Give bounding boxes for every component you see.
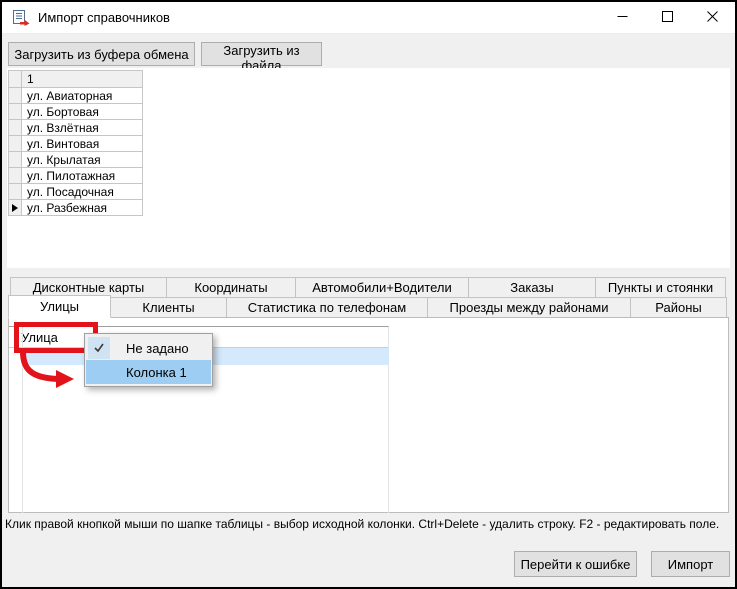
source-table-header-row: 1 (9, 71, 143, 88)
annotation-arrow-icon (12, 350, 82, 397)
current-row-marker-icon (12, 204, 18, 212)
context-menu-item-label: Не задано (126, 341, 189, 356)
street-cell: ул. Разбежная (22, 200, 143, 216)
street-cell: ул. Винтовая (22, 136, 143, 152)
table-row[interactable]: ул. Взлётная (9, 120, 143, 136)
tab-label: Пункты и стоянки (608, 280, 713, 295)
table-row[interactable]: ул. Авиаторная (9, 88, 143, 104)
window-controls (600, 2, 735, 33)
goto-error-button[interactable]: Перейти к ошибке (514, 551, 637, 577)
source-table-corner-cell (9, 71, 22, 88)
row-header-cell (9, 152, 22, 168)
tab-label: Автомобили+Водители (312, 280, 452, 295)
tab-label: Координаты (194, 280, 267, 295)
checkmark-icon (88, 337, 110, 359)
tab-label: Улицы (40, 299, 79, 314)
row-header-cell (9, 88, 22, 104)
tab[interactable]: Районы (630, 297, 727, 318)
tab-label: Проезды между районами (450, 300, 609, 315)
row-header-cell (9, 200, 22, 216)
window-title: Импорт справочников (38, 10, 170, 25)
tab-label: Клиенты (142, 300, 194, 315)
maximize-button[interactable] (645, 2, 690, 33)
import-button[interactable]: Импорт (651, 551, 730, 577)
tab[interactable]: Заказы (468, 277, 596, 298)
street-cell: ул. Авиаторная (22, 88, 143, 104)
column-context-menu: Не задано Колонка 1 (84, 333, 213, 387)
street-cell: ул. Взлётная (22, 120, 143, 136)
minimize-button[interactable] (600, 2, 645, 33)
row-header-cell (9, 184, 22, 200)
table-row[interactable]: ул. Винтовая (9, 136, 143, 152)
street-cell: ул. Крылатая (22, 152, 143, 168)
tab-label: Дисконтные карты (33, 280, 145, 295)
tab-label: Заказы (510, 280, 553, 295)
maximize-icon (662, 10, 673, 25)
context-menu-item-label: Колонка 1 (126, 365, 187, 380)
app-document-arrow-icon (12, 10, 30, 26)
tab[interactable]: Пункты и стоянки (595, 277, 726, 298)
table-row[interactable]: ул. Крылатая (9, 152, 143, 168)
load-from-file-button[interactable]: Загрузить из файла (201, 42, 322, 66)
row-header-cell (9, 168, 22, 184)
table-row[interactable]: ул. Бортовая (9, 104, 143, 120)
tab[interactable]: Проезды между районами (427, 297, 631, 318)
tab[interactable]: Улицы (8, 295, 111, 318)
title-bar: Импорт справочников (2, 2, 735, 34)
source-table-rows: ул. Авиаторная ул. Бортовая ул. (9, 88, 143, 216)
table-row[interactable]: ул. Пилотажная (9, 168, 143, 184)
tab-label: Статистика по телефонам (248, 300, 406, 315)
tab[interactable]: Автомобили+Водители (295, 277, 469, 298)
row-header-cell (9, 120, 22, 136)
tab[interactable]: Статистика по телефонам (226, 297, 428, 318)
tab-strip-row-2: Улицы Клиенты Статистика по телефонам Пр… (8, 297, 727, 318)
street-cell: ул. Бортовая (22, 104, 143, 120)
source-column-header[interactable]: 1 (22, 71, 143, 88)
close-button[interactable] (690, 2, 735, 33)
table-row[interactable]: ул. Посадочная (9, 184, 143, 200)
import-dialog-window: Импорт справочников Загрузить из буфера … (0, 0, 737, 589)
tab[interactable]: Клиенты (110, 297, 227, 318)
close-icon (707, 10, 718, 25)
row-header-cell (9, 104, 22, 120)
row-header-cell (9, 136, 22, 152)
source-table: 1 ул. Авиаторная ул. Б (8, 70, 143, 216)
street-cell: ул. Пилотажная (22, 168, 143, 184)
source-data-panel: 1 ул. Авиаторная ул. Б (7, 68, 730, 268)
street-cell: ул. Посадочная (22, 184, 143, 200)
minimize-icon (617, 10, 628, 25)
usage-hint-text: Клик правой кнопкой мыши по шапке таблиц… (5, 517, 733, 531)
context-menu-item[interactable]: Колонка 1 (86, 360, 211, 384)
table-row[interactable]: ул. Разбежная (9, 200, 143, 216)
load-from-clipboard-button[interactable]: Загрузить из буфера обмена (8, 42, 195, 66)
tab-label: Районы (655, 300, 701, 315)
tab[interactable]: Координаты (166, 277, 296, 298)
tab-strip-row-1: Дисконтные карты Координаты Автомобили+В… (10, 277, 726, 298)
context-menu-item[interactable]: Не задано (86, 336, 211, 360)
